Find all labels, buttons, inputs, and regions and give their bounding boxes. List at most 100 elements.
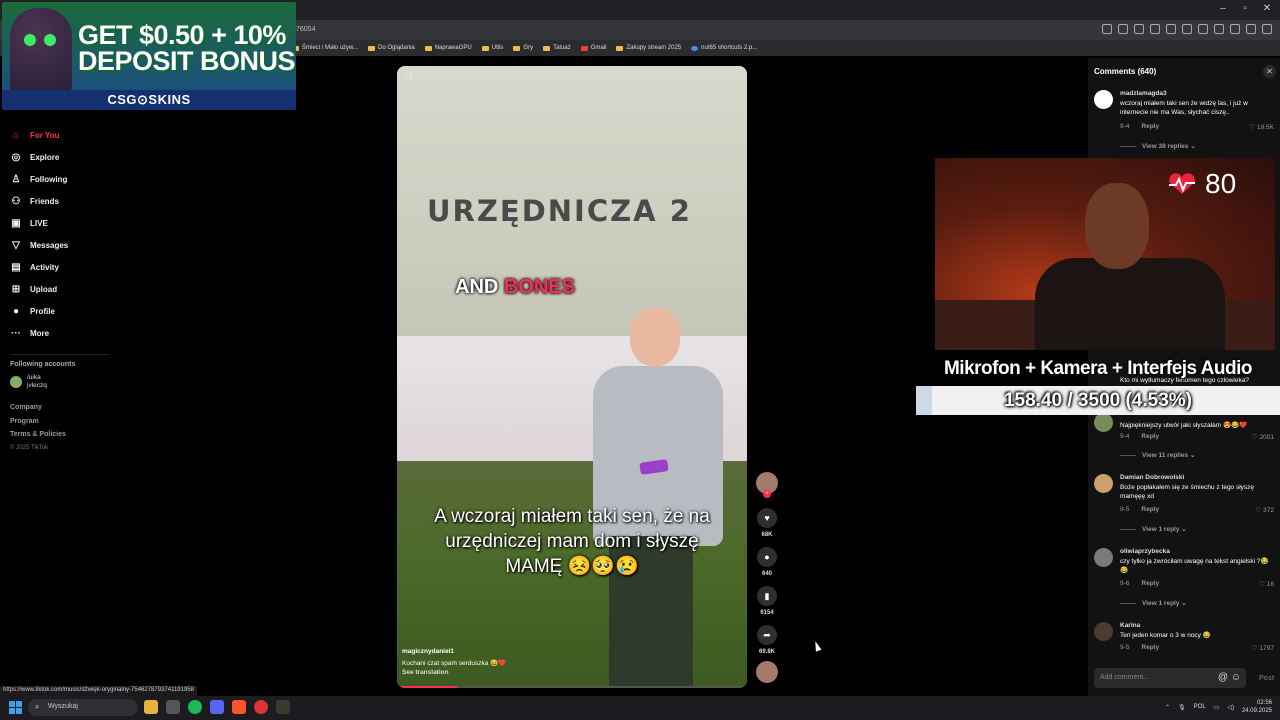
extension-icon[interactable]	[1182, 24, 1192, 34]
view-replies-button[interactable]: View 1 reply ⌄	[1120, 525, 1187, 533]
nav-item-following[interactable]: ♙ Following	[10, 168, 110, 190]
maximize-button[interactable]: ▫	[1234, 3, 1256, 14]
comment-like[interactable]: ♡ 16	[1259, 580, 1274, 588]
extension-icon[interactable]	[1198, 24, 1208, 34]
comment-like[interactable]: ♡ 2001	[1252, 433, 1274, 441]
app-icon[interactable]	[276, 700, 290, 714]
microphone-icon[interactable]: 🎙	[1178, 704, 1186, 711]
comment-like[interactable]: ♡ 1797	[1252, 644, 1274, 652]
video-author[interactable]: magicznydaniel1	[402, 648, 652, 655]
nav-item-friends[interactable]: ⚇ Friends	[10, 190, 110, 212]
extension-icon[interactable]	[1166, 24, 1176, 34]
windows-start-icon[interactable]	[9, 701, 22, 714]
bookmark-link[interactable]: nut65 shortcuts 2.p...	[691, 45, 757, 51]
creator-avatar[interactable]: +	[756, 472, 778, 498]
video-player[interactable]: URZĘDNICZA 2 AND BONES A wczoraj miałem …	[397, 66, 747, 688]
extension-icon[interactable]	[1214, 24, 1224, 34]
network-icon[interactable]: ▭	[1214, 704, 1220, 711]
nav-item-activity[interactable]: ▤ Activity	[10, 256, 110, 278]
comment-author[interactable]: Karina	[1120, 622, 1140, 629]
url-text[interactable]: 76054	[296, 26, 315, 33]
avatar[interactable]	[1094, 548, 1113, 567]
extension-icon[interactable]	[1102, 24, 1112, 34]
nav-item-profile[interactable]: ● Profile	[10, 300, 110, 322]
comment-text: czy tylko ja zwróciłam uwagę na tekst an…	[1120, 558, 1269, 574]
extension-icon[interactable]	[1118, 24, 1128, 34]
brave-icon[interactable]	[232, 700, 246, 714]
close-comments-button[interactable]: ✕	[1263, 65, 1276, 78]
discord-icon[interactable]	[210, 700, 224, 714]
minimize-button[interactable]: –	[1212, 3, 1234, 14]
comment-input[interactable]: Add comment... @ ☺	[1094, 668, 1246, 688]
emoji-icon[interactable]: ☺	[1231, 672, 1241, 683]
reply-button[interactable]: Reply	[1141, 580, 1159, 587]
bookmark-gmail[interactable]: Gmail	[580, 45, 606, 51]
reply-button[interactable]: Reply	[1141, 506, 1159, 513]
comment-author[interactable]: Damian Dobrowolski	[1120, 474, 1184, 481]
see-translation-link[interactable]: See translation	[402, 669, 652, 676]
volume-icon[interactable]: ◁)	[1227, 704, 1234, 711]
extension-icon[interactable]	[1230, 24, 1240, 34]
footer-link-company[interactable]: Company	[10, 404, 110, 418]
footer-link-program[interactable]: Program	[10, 418, 110, 432]
bookmark-folder[interactable]: NaprawaGPU	[424, 45, 472, 51]
bookmark-folder[interactable]: Gry	[513, 45, 533, 51]
nav-item-for-you[interactable]: ⌂ For You	[10, 124, 110, 146]
comment-button[interactable]: ●	[757, 547, 777, 567]
chrome-icon[interactable]	[254, 700, 268, 714]
taskbar-search[interactable]: ⌕ Wyszukaj	[28, 699, 138, 716]
like-count: 68K	[761, 532, 773, 538]
bookmark-folder[interactable]: Do Oglądania	[368, 45, 415, 51]
file-explorer-icon[interactable]	[144, 700, 158, 714]
sound-avatar[interactable]	[756, 661, 778, 683]
post-button[interactable]: Post	[1259, 675, 1274, 682]
mention-icon[interactable]: @	[1218, 672, 1228, 683]
view-replies-button[interactable]: View 38 replies ⌄	[1120, 142, 1196, 150]
view-replies-button[interactable]: View 11 replies ⌄	[1120, 451, 1195, 459]
reply-button[interactable]: Reply	[1141, 644, 1159, 651]
comment-author[interactable]: oliwiaprzybecka	[1120, 548, 1170, 555]
footer-link-terms[interactable]: Terms & Policies	[10, 431, 110, 445]
reply-button[interactable]: Reply	[1141, 433, 1159, 440]
following-account[interactable]: /uika jvleczq	[10, 374, 110, 390]
avatar[interactable]	[1094, 474, 1113, 493]
volume-icon[interactable]: ◁)	[404, 72, 413, 81]
extension-icon[interactable]	[1246, 24, 1256, 34]
view-replies-button[interactable]: View 1 reply ⌄	[1120, 599, 1187, 607]
nav-item-messages[interactable]: ▽ Messages	[10, 234, 110, 256]
comment-like[interactable]: ♡ 19.5K	[1249, 123, 1274, 131]
bookmark-folder[interactable]: Śmieci / Mało używ...	[292, 45, 358, 51]
extension-icon[interactable]	[1150, 24, 1160, 34]
avatar[interactable]	[1094, 622, 1113, 641]
close-window-button[interactable]: ✕	[1256, 3, 1278, 14]
chevron-up-icon[interactable]: ⌃	[1165, 704, 1170, 711]
clock[interactable]: 02:56 24.09.2025	[1242, 699, 1272, 715]
ad-banner[interactable]: GET $0.50 + 10% DEPOSIT BONUS CSG⊙SKINS	[2, 2, 296, 110]
share-button[interactable]: ➦	[757, 625, 777, 645]
avatar[interactable]	[1094, 90, 1113, 109]
nav-item-live[interactable]: ▣ LIVE	[10, 212, 110, 234]
save-button[interactable]: ▮	[757, 586, 777, 606]
comment-like[interactable]: ♡ 372	[1256, 506, 1275, 514]
donation-goal-text: 158.40 / 3500 (4.53%)	[1003, 390, 1193, 411]
nav-item-more[interactable]: ··· More	[10, 322, 110, 344]
comment-author[interactable]: madzlamagda3	[1120, 90, 1167, 97]
spotify-icon[interactable]	[188, 700, 202, 714]
follow-plus-icon[interactable]: +	[763, 490, 771, 498]
bookmark-folder[interactable]: Tatuaż	[543, 45, 571, 51]
nav-item-explore[interactable]: ◎ Explore	[10, 146, 110, 168]
nav-item-upload[interactable]: ⊞ Upload	[10, 278, 110, 300]
search-placeholder: Wyszukaj	[48, 703, 78, 710]
video-caption: AND BONES	[455, 276, 576, 298]
extension-icon[interactable]	[1134, 24, 1144, 34]
video-progress-bar[interactable]	[397, 686, 747, 688]
reply-button[interactable]: Reply	[1141, 123, 1159, 130]
more-options-icon[interactable]: ···	[730, 70, 739, 80]
like-button[interactable]: ♥	[757, 508, 777, 528]
bookmark-folder[interactable]: Utils	[481, 45, 503, 51]
language-indicator[interactable]: POL	[1194, 704, 1206, 710]
bookmark-folder[interactable]: Zakupy stream 2025	[616, 45, 681, 51]
menu-icon[interactable]	[1262, 24, 1272, 34]
avatar[interactable]	[1094, 413, 1113, 432]
store-icon[interactable]	[166, 700, 180, 714]
